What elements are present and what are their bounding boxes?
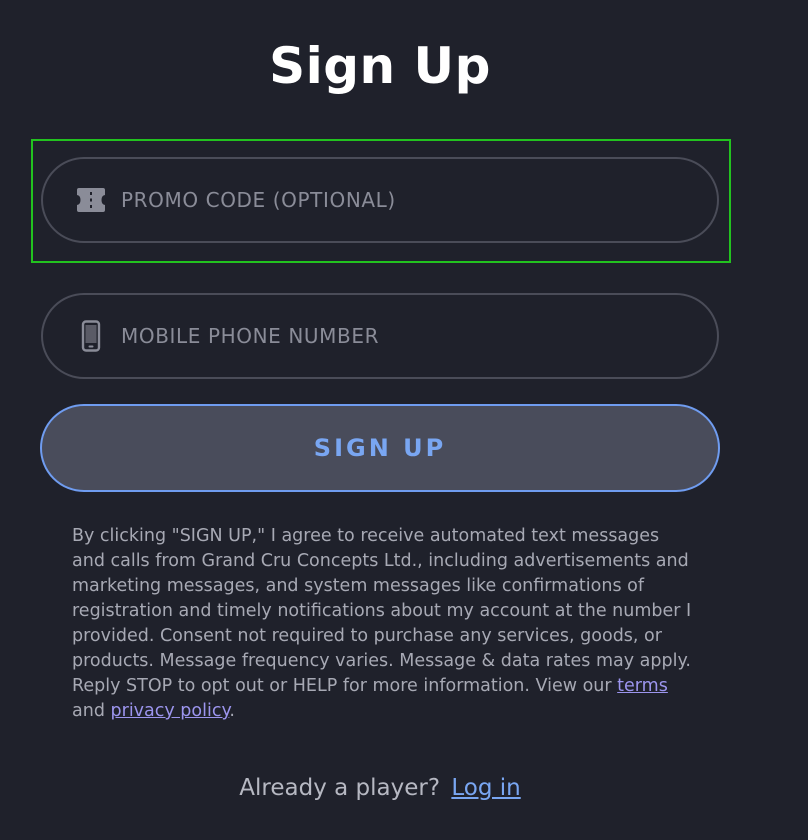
- login-prompt: Already a player? Log in: [0, 770, 760, 806]
- mobile-phone-icon: [75, 320, 107, 352]
- consent-text: By clicking "SIGN UP," I agree to receiv…: [72, 526, 692, 696]
- page-title: Sign Up: [269, 37, 491, 95]
- consent-disclaimer: By clicking "SIGN UP," I agree to receiv…: [72, 524, 692, 724]
- log-in-link[interactable]: Log in: [451, 775, 520, 801]
- consent-and: and: [72, 701, 105, 721]
- privacy-policy-link[interactable]: privacy policy: [111, 701, 230, 721]
- signup-page: Sign Up SIGN UP By clicking "SIGN UP," I…: [0, 0, 808, 840]
- phone-number-field[interactable]: [41, 293, 719, 379]
- sign-up-button[interactable]: SIGN UP: [40, 404, 720, 492]
- terms-link[interactable]: terms: [617, 676, 668, 696]
- promo-code-input[interactable]: [119, 158, 717, 242]
- ticket-icon: [75, 184, 107, 216]
- promo-code-field[interactable]: [41, 157, 719, 243]
- phone-number-input[interactable]: [119, 294, 717, 378]
- consent-end: .: [229, 701, 235, 721]
- already-player-text: Already a player?: [239, 775, 441, 801]
